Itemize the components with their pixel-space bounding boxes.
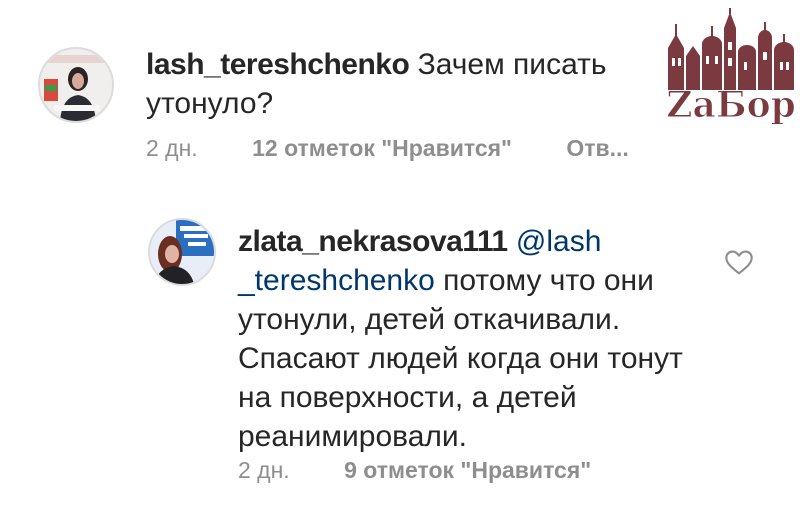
zabor-logo-text: ZaБор — [666, 84, 797, 127]
comment-username[interactable]: zlata_nekrasova111 — [238, 225, 508, 258]
avatar[interactable] — [148, 218, 216, 286]
zabor-logo: ZaБор — [662, 8, 800, 132]
comment-likes-button[interactable]: 9 отметок "Нравится" — [344, 457, 591, 484]
comment-body: zlata_nekrasova111 @lash _tereshchenko п… — [238, 222, 698, 456]
heart-icon[interactable] — [723, 246, 755, 278]
comment-time: 2 дн. — [238, 457, 290, 483]
comment-meta: 2 дн. 9 отметок "Нравится" — [238, 457, 639, 484]
